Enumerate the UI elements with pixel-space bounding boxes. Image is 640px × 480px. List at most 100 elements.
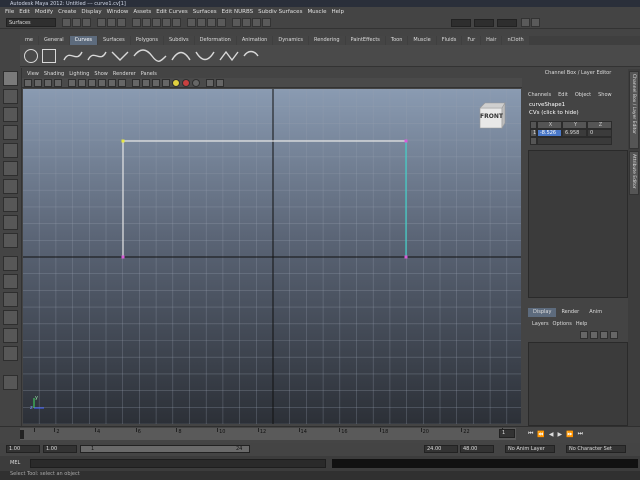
menu-edit[interactable]: Edit	[19, 9, 30, 15]
cv-table-scrollbar[interactable]	[537, 137, 612, 145]
numeric-input-x[interactable]	[451, 18, 471, 27]
shelf-tab-fluids[interactable]: Fluids	[436, 36, 462, 45]
field-chart-icon[interactable]	[108, 78, 116, 87]
animation-end-field[interactable]: 48.00	[460, 445, 494, 453]
command-language-label[interactable]: MEL	[10, 460, 20, 466]
open-scene-icon[interactable]	[72, 18, 81, 27]
bookmark-icon[interactable]	[44, 78, 52, 87]
gate-mask-icon[interactable]	[98, 78, 106, 87]
safe-action-icon[interactable]	[118, 78, 126, 87]
use-all-lights-icon[interactable]	[172, 78, 180, 87]
hud-icon[interactable]	[216, 78, 224, 87]
paint-select-tool-icon[interactable]	[3, 107, 18, 122]
new-layer-selected-icon[interactable]	[590, 331, 598, 339]
isolate-select-icon[interactable]	[206, 78, 214, 87]
time-slider[interactable]: 24681012141618202224	[20, 428, 516, 440]
layout-graph-icon[interactable]	[3, 346, 18, 361]
lasso-tool-icon[interactable]	[3, 89, 18, 104]
nurbs-square-icon[interactable]	[42, 48, 56, 63]
layer-tab-anim[interactable]: Anim	[584, 308, 607, 317]
shelf-tab-dynamics[interactable]: Dynamics	[273, 36, 308, 45]
menuset-dropdown[interactable]: Surfaces	[6, 18, 56, 27]
shelf-tab-hair[interactable]: Hair	[481, 36, 502, 45]
grid-toggle-icon[interactable]	[68, 78, 76, 87]
camera-select-icon[interactable]	[24, 78, 32, 87]
vp-menu-renderer[interactable]: Renderer	[113, 71, 136, 77]
curve-tools-icons[interactable]	[62, 48, 262, 64]
selected-object-name[interactable]: curveShape1	[529, 102, 565, 108]
render-icon[interactable]	[242, 18, 251, 27]
cb-menu-edit[interactable]: Edit	[558, 92, 568, 98]
wireframe-on-shaded-icon[interactable]	[152, 78, 160, 87]
new-scene-icon[interactable]	[62, 18, 71, 27]
pick-mask-3-icon[interactable]	[152, 18, 161, 27]
shadows-icon[interactable]	[182, 78, 190, 87]
cvs-toggle[interactable]: CVs (click to hide)	[529, 110, 579, 116]
layer-menu-help[interactable]: Help	[576, 321, 587, 327]
move-tool-icon[interactable]	[3, 125, 18, 140]
curve-cv-point[interactable]	[404, 255, 408, 259]
muscle-tool-icon[interactable]	[3, 375, 18, 390]
menu-display[interactable]: Display	[81, 9, 101, 15]
film-gate-icon[interactable]	[78, 78, 86, 87]
shelf-tab-fur[interactable]: Fur	[462, 36, 481, 45]
shelf-tab-toon[interactable]: Toon	[385, 36, 408, 45]
playback-start-field[interactable]: 1.00	[43, 445, 77, 453]
camera-attributes-icon[interactable]	[34, 78, 42, 87]
command-input[interactable]	[30, 459, 326, 468]
shelf-tab-deformation[interactable]: Deformation	[194, 36, 236, 45]
last-tool-icon[interactable]	[3, 233, 18, 248]
shelf-tab-curves[interactable]: Curves	[69, 36, 98, 45]
ipr-render-icon[interactable]	[252, 18, 261, 27]
character-set-dropdown[interactable]: No Character Set	[566, 445, 626, 453]
menu-help[interactable]: Help	[331, 9, 344, 15]
cb-menu-object[interactable]: Object	[575, 92, 591, 98]
shelf-tab-muscle[interactable]: Muscle	[408, 36, 436, 45]
snap-grid-icon[interactable]	[187, 18, 196, 27]
show-manipulator-icon[interactable]	[3, 215, 18, 230]
menu-edit-curves[interactable]: Edit Curves	[156, 9, 188, 15]
shelf-tab-painteffects[interactable]: PaintEffects	[345, 36, 385, 45]
menu-modify[interactable]: Modify	[35, 9, 53, 15]
select-hierarchy-icon[interactable]	[97, 18, 106, 27]
pick-mask-4-icon[interactable]	[162, 18, 171, 27]
nurbs-circle-icon[interactable]	[24, 48, 38, 63]
curve-cv-point[interactable]	[121, 255, 125, 259]
pick-mask-2-icon[interactable]	[142, 18, 151, 27]
select-component-icon[interactable]	[117, 18, 126, 27]
rotate-tool-icon[interactable]	[3, 143, 18, 158]
pick-mask-5-icon[interactable]	[172, 18, 181, 27]
current-time-marker[interactable]	[20, 430, 24, 439]
step-back-icon[interactable]: ⏪	[537, 431, 544, 438]
menu-create[interactable]: Create	[58, 9, 76, 15]
move-layer-up-icon[interactable]	[600, 331, 608, 339]
scale-tool-icon[interactable]	[3, 161, 18, 176]
shelf-tab-polygons[interactable]: Polygons	[130, 36, 163, 45]
image-plane-icon[interactable]	[54, 78, 62, 87]
shelf-tab-me[interactable]: me	[20, 36, 38, 45]
cb-menu-channels[interactable]: Channels	[528, 92, 551, 98]
go-to-start-icon[interactable]: ⏮	[528, 430, 533, 438]
curve-cv-point[interactable]	[121, 139, 125, 143]
menu-edit-nurbs[interactable]: Edit NURBS	[222, 9, 254, 15]
textured-icon[interactable]	[162, 78, 170, 87]
snap-curve-icon[interactable]	[197, 18, 206, 27]
move-layer-down-icon[interactable]	[610, 331, 618, 339]
layout-single-icon[interactable]	[3, 256, 18, 271]
numeric-input-z[interactable]	[497, 18, 517, 27]
go-to-end-icon[interactable]: ⏭	[578, 430, 583, 438]
snap-plane-icon[interactable]	[217, 18, 226, 27]
numeric-input-y[interactable]	[474, 18, 494, 27]
vp-menu-view[interactable]: View	[27, 71, 39, 77]
shelf-tab-ncloth[interactable]: nCloth	[502, 36, 529, 45]
cv-y-value[interactable]: 6.958	[562, 129, 587, 137]
menu-muscle[interactable]: Muscle	[307, 9, 326, 15]
smooth-shade-icon[interactable]	[142, 78, 150, 87]
menu-window[interactable]: Window	[107, 9, 129, 15]
universal-manipulator-icon[interactable]	[3, 179, 18, 194]
front-viewport[interactable]	[23, 89, 521, 424]
save-scene-icon[interactable]	[82, 18, 91, 27]
layout-stack-icon[interactable]	[3, 310, 18, 325]
menu-surfaces[interactable]: Surfaces	[193, 9, 217, 15]
channel-box-toggle-icon[interactable]	[531, 18, 540, 27]
